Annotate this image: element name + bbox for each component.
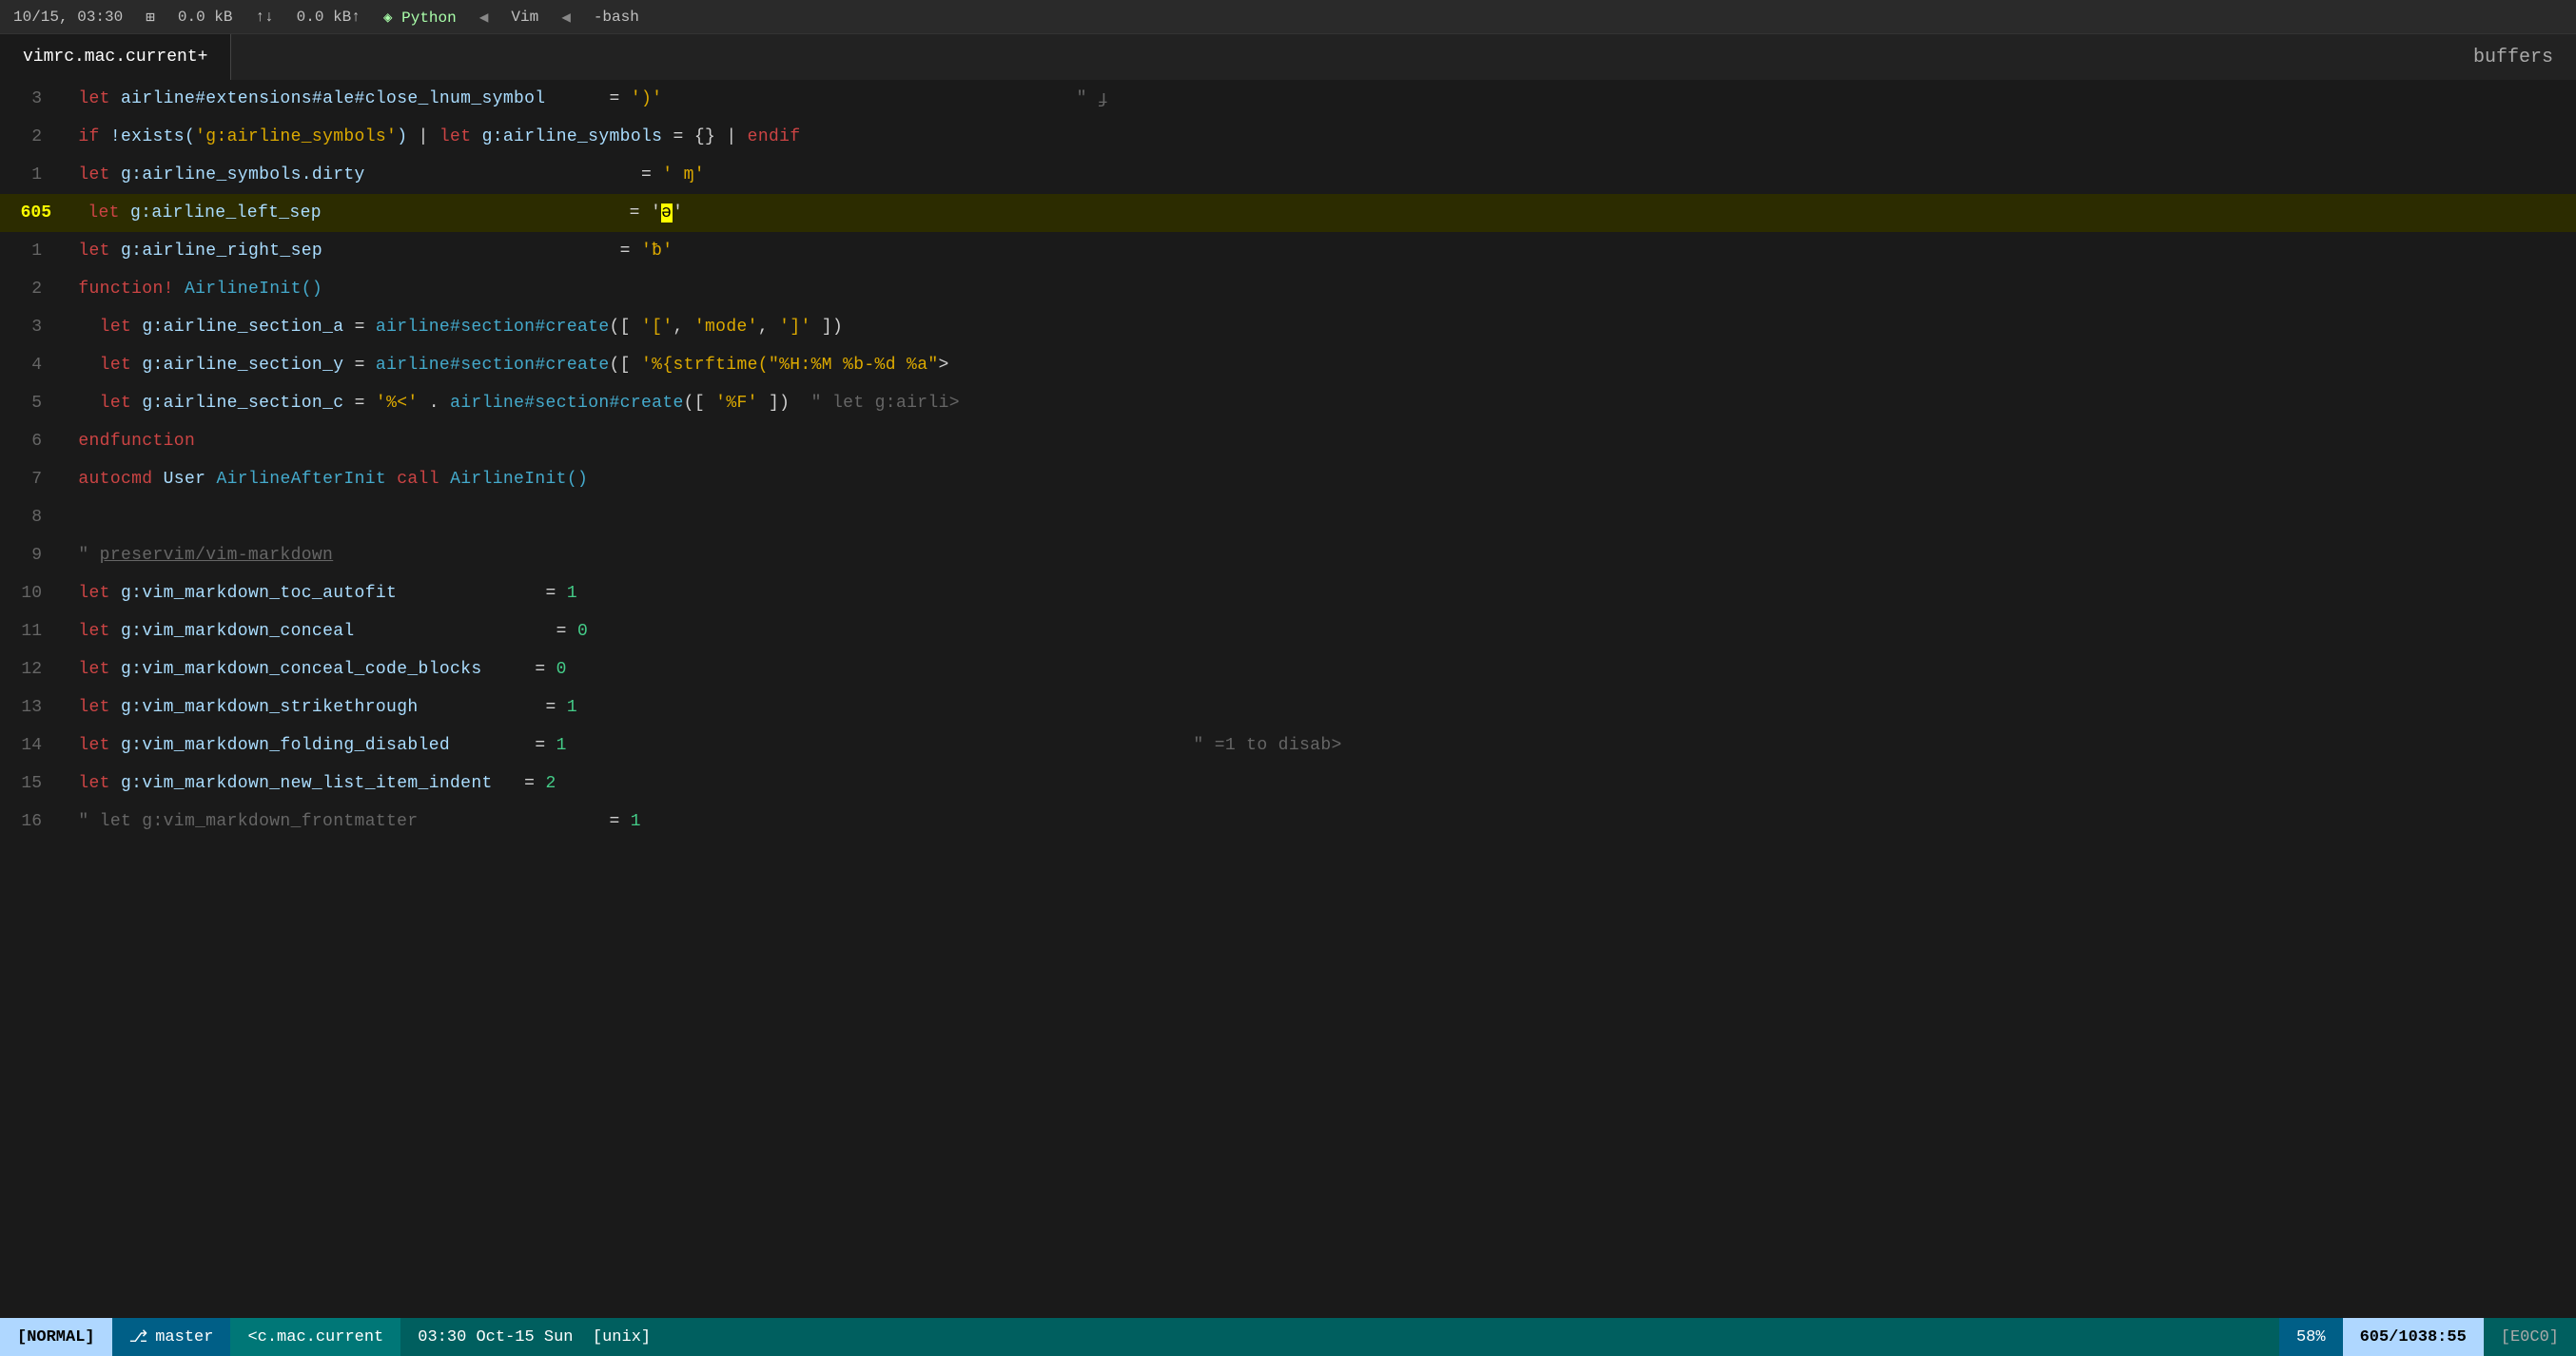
status-bar: [NORMAL] ⎇ master <c.mac.current 03:30 O… bbox=[0, 1318, 2576, 1356]
line-number: 7 bbox=[0, 470, 57, 489]
code-lines: 3 let airline#extensions#ale#close_lnum_… bbox=[0, 80, 2576, 841]
line-content: let g:airline_section_c = '%<' . airline… bbox=[57, 394, 960, 413]
line-number: 11 bbox=[0, 622, 57, 641]
top-sep1: ⊞ bbox=[146, 8, 155, 27]
status-file: <c.mac.current bbox=[230, 1318, 400, 1356]
status-branch: ⎇ master bbox=[112, 1318, 231, 1356]
line-number: 16 bbox=[0, 812, 57, 831]
table-row: 2 function! AirlineInit() bbox=[0, 270, 2576, 308]
table-row: 14 let g:vim_markdown_folding_disabled =… bbox=[0, 726, 2576, 765]
line-content: let g:vim_markdown_strikethrough = 1 bbox=[57, 698, 577, 717]
table-row: 605 let g:airline_left_sep = 'ǝ' bbox=[0, 194, 2576, 232]
tab-vimrc[interactable]: vimrc.mac.current+ bbox=[0, 34, 231, 80]
line-content: let g:vim_markdown_new_list_item_indent … bbox=[57, 774, 556, 793]
status-position: 605/1038:55 bbox=[2343, 1318, 2484, 1356]
table-row: 8 bbox=[0, 498, 2576, 536]
status-time: 03:30 Oct-15 Sun [unix] bbox=[400, 1318, 668, 1356]
top-time: 10/15, 03:30 bbox=[13, 9, 123, 26]
top-sep2: ↑↓ bbox=[255, 9, 273, 26]
top-buf1: 0.0 kB bbox=[178, 9, 233, 26]
line-content: let g:airline_section_a = airline#sectio… bbox=[57, 318, 843, 337]
line-content: " preservim/vim-markdown bbox=[57, 546, 333, 565]
table-row: 5 let g:airline_section_c = '%<' . airli… bbox=[0, 384, 2576, 422]
top-sep4: ◀ bbox=[561, 8, 571, 27]
line-content: function! AirlineInit() bbox=[57, 280, 322, 299]
top-editor: Vim bbox=[511, 9, 538, 26]
line-content bbox=[57, 508, 68, 527]
line-content: let g:airline_section_y = airline#sectio… bbox=[57, 356, 949, 375]
status-right: 58% 605/1038:55 [E0C0] bbox=[2279, 1318, 2576, 1356]
line-content: autocmd User AirlineAfterInit call Airli… bbox=[57, 470, 588, 489]
top-sep3: ◀ bbox=[479, 8, 489, 27]
line-content: " let g:vim_markdown_frontmatter = 1 bbox=[57, 812, 641, 831]
line-number: 1 bbox=[0, 242, 57, 261]
line-number: 3 bbox=[0, 89, 57, 108]
table-row: 13 let g:vim_markdown_strikethrough = 1 bbox=[0, 688, 2576, 726]
line-number: 10 bbox=[0, 584, 57, 603]
status-os: [unix] bbox=[593, 1328, 651, 1346]
top-shell: -bash bbox=[594, 9, 639, 26]
code-area[interactable]: 3 let airline#extensions#ale#close_lnum_… bbox=[0, 80, 2576, 1318]
top-lang: ◈ Python bbox=[383, 8, 457, 27]
line-content: endfunction bbox=[57, 432, 195, 451]
table-row: 11 let g:vim_markdown_conceal = 0 bbox=[0, 612, 2576, 650]
line-number: 15 bbox=[0, 774, 57, 793]
status-encoding: [E0C0] bbox=[2484, 1318, 2576, 1356]
line-number: 2 bbox=[0, 127, 57, 146]
top-buf2: 0.0 kB↑ bbox=[297, 9, 361, 26]
table-row: 3 let airline#extensions#ale#close_lnum_… bbox=[0, 80, 2576, 118]
line-number: 2 bbox=[0, 280, 57, 299]
line-number: 5 bbox=[0, 394, 57, 413]
line-content: let g:airline_symbols.dirty = ' ɱ' bbox=[57, 165, 705, 184]
line-number: 13 bbox=[0, 698, 57, 717]
table-row: 15 let g:vim_markdown_new_list_item_inde… bbox=[0, 765, 2576, 803]
table-row: 6 endfunction bbox=[0, 422, 2576, 460]
status-mode: [NORMAL] bbox=[0, 1318, 112, 1356]
line-content: let g:vim_markdown_folding_disabled = 1 … bbox=[57, 736, 1342, 755]
line-number: 6 bbox=[0, 432, 57, 451]
line-content: if !exists('g:airline_symbols') | let g:… bbox=[57, 127, 800, 146]
table-row: 3 let g:airline_section_a = airline#sect… bbox=[0, 308, 2576, 346]
line-number: 14 bbox=[0, 736, 57, 755]
line-number: 3 bbox=[0, 318, 57, 337]
table-row: 1 let g:airline_symbols.dirty = ' ɱ' bbox=[0, 156, 2576, 194]
line-content: let airline#extensions#ale#close_lnum_sy… bbox=[57, 89, 1108, 108]
branch-icon: ⎇ bbox=[129, 1327, 148, 1347]
line-number: 1 bbox=[0, 165, 57, 184]
table-row: 9 " preservim/vim-markdown bbox=[0, 536, 2576, 574]
table-row: 4 let g:airline_section_y = airline#sect… bbox=[0, 346, 2576, 384]
line-number: 4 bbox=[0, 356, 57, 375]
table-row: 10 let g:vim_markdown_toc_autofit = 1 bbox=[0, 574, 2576, 612]
line-content: let g:vim_markdown_toc_autofit = 1 bbox=[57, 584, 577, 603]
table-row: 1 let g:airline_right_sep = 'ƀ' bbox=[0, 232, 2576, 270]
line-content: let g:airline_left_sep = 'ǝ' bbox=[67, 203, 683, 223]
line-number: 8 bbox=[0, 508, 57, 527]
table-row: 12 let g:vim_markdown_conceal_code_block… bbox=[0, 650, 2576, 688]
top-status-bar: 10/15, 03:30 ⊞ 0.0 kB ↑↓ 0.0 kB↑ ◈ Pytho… bbox=[0, 0, 2576, 34]
line-content: let g:airline_right_sep = 'ƀ' bbox=[57, 242, 673, 261]
editor-area: 3 let airline#extensions#ale#close_lnum_… bbox=[0, 80, 2576, 1318]
tab-bar: vimrc.mac.current+ buffers bbox=[0, 34, 2576, 80]
line-number: 9 bbox=[0, 546, 57, 565]
tab-buffers[interactable]: buffers bbox=[2450, 34, 2576, 80]
line-number-current: 605 bbox=[0, 203, 67, 223]
line-content: let g:vim_markdown_conceal = 0 bbox=[57, 622, 588, 641]
line-number: 12 bbox=[0, 660, 57, 679]
branch-name: master bbox=[155, 1328, 213, 1346]
table-row: 7 autocmd User AirlineAfterInit call Air… bbox=[0, 460, 2576, 498]
tab-filename: vimrc.mac.current+ bbox=[23, 48, 207, 67]
table-row: 2 if !exists('g:airline_symbols') | let … bbox=[0, 118, 2576, 156]
status-percent: 58% bbox=[2279, 1318, 2343, 1356]
table-row: 16 " let g:vim_markdown_frontmatter = 1 bbox=[0, 803, 2576, 841]
line-content: let g:vim_markdown_conceal_code_blocks =… bbox=[57, 660, 567, 679]
